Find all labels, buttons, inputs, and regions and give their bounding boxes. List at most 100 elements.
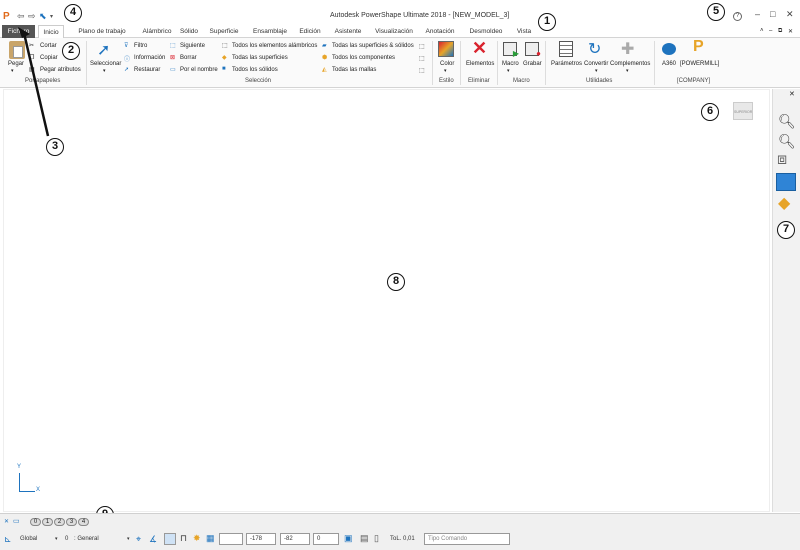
tab-alambrico[interactable]: Alámbrico (136, 25, 178, 38)
level-select[interactable]: : General (74, 536, 99, 542)
delete-icon[interactable]: ✕ (472, 38, 487, 59)
model-viewport[interactable]: SUPERIOR Y X (3, 89, 770, 512)
filter-button[interactable]: Filtro (134, 43, 147, 49)
cut-button[interactable]: Cortar (40, 43, 57, 49)
level-button-0[interactable]: 0 (30, 518, 41, 526)
forward-icon[interactable]: ⇨ (28, 11, 36, 22)
tab-inicio[interactable]: Inicio (38, 25, 64, 38)
tab-plano-de-trabajo[interactable]: Plano de trabajo (68, 25, 136, 38)
copy-button[interactable]: Copiar (40, 55, 58, 61)
all-meshes-icon[interactable]: ◭ (322, 66, 327, 73)
by-name-icon[interactable]: ▭ (170, 66, 176, 73)
lock-icon[interactable]: ⊓ (180, 533, 187, 544)
filter-icon[interactable]: ⊽ (124, 42, 128, 49)
view-toggle-icon-3[interactable]: ▯ (374, 533, 379, 544)
select-dropdown-icon[interactable]: ▾ (103, 68, 106, 74)
tab-ensamblaje[interactable]: Ensamblaje (250, 25, 290, 38)
command-input[interactable]: Tipo Comando (424, 533, 510, 545)
macro-run-icon[interactable]: ▶ (503, 42, 519, 58)
coord-z-field[interactable]: 0 (313, 533, 339, 545)
grid-icon[interactable]: ▦ (206, 533, 215, 544)
all-solids-icon[interactable]: ■ (222, 66, 226, 72)
all-components-icon[interactable]: ⬢ (322, 54, 327, 61)
coordinate-input[interactable] (219, 533, 243, 545)
workplane-select[interactable]: Global (20, 536, 37, 542)
select-cursor-icon[interactable]: ➚ (97, 40, 110, 60)
addins-button[interactable]: Complementos (610, 61, 650, 67)
workplane-dropdown-icon[interactable]: ▾ (55, 536, 58, 542)
level-number[interactable]: 0 (65, 536, 68, 542)
tab-asistente[interactable]: Asistente (332, 25, 364, 38)
by-name-button[interactable]: Por el nombre (180, 67, 218, 73)
ribbon-close-icon[interactable]: ✕ (788, 28, 793, 35)
next-button[interactable]: Siguiente (180, 43, 205, 49)
clear-button[interactable]: Borrar (180, 55, 197, 61)
view-toggle-icon-1[interactable]: ▣ (344, 533, 353, 544)
material-icon[interactable]: ✸ (193, 533, 201, 544)
restore-cursor-icon[interactable]: ➚ (124, 66, 129, 73)
all-wireframes-button[interactable]: Todos los elementos alámbricos (232, 43, 317, 49)
color-icon[interactable] (438, 41, 454, 57)
paste-dropdown-icon[interactable]: ▾ (11, 68, 14, 74)
workplane-icon[interactable]: ⊾ (4, 534, 12, 545)
record-button[interactable]: Grabar (523, 61, 542, 67)
tab-vista[interactable]: Vista (514, 25, 534, 38)
select-extra-icon-3[interactable]: ⬚ (419, 67, 425, 74)
tolerance-value[interactable]: 0,01 (403, 536, 415, 542)
addins-dropdown-icon[interactable]: ▾ (626, 68, 629, 74)
next-icon[interactable]: ⬚ (170, 42, 176, 49)
maximize-button[interactable]: □ (770, 9, 775, 19)
view-toggle-icon-2[interactable]: ▤ (360, 533, 369, 544)
convert-icon[interactable]: ↻ (588, 39, 601, 59)
color-dropdown-icon[interactable]: ▾ (444, 68, 447, 74)
snap-icon[interactable]: ⌖ (136, 534, 141, 545)
select-arrow-icon[interactable]: ⬉ (39, 11, 47, 22)
info-button[interactable]: Información (134, 55, 165, 61)
pyramid-view-icon[interactable]: ◆ (778, 193, 790, 213)
all-wireframes-icon[interactable]: ⬚ (222, 42, 228, 49)
all-components-button[interactable]: Todos los componentes (332, 55, 395, 61)
level-button-2[interactable]: 2 (54, 518, 65, 526)
all-solids-button[interactable]: Todos los sólidos (232, 67, 278, 73)
zoom-box-icon[interactable]: 🔍︎ (778, 133, 796, 150)
level-toggle-icon[interactable]: ▭ (13, 517, 20, 525)
coord-y-field[interactable]: -82 (280, 533, 310, 545)
macro-record-icon[interactable]: ● (525, 42, 541, 58)
tab-solido[interactable]: Sólido (178, 25, 200, 38)
close-button[interactable]: ✕ (786, 9, 794, 20)
tab-edicion[interactable]: Edición (296, 25, 324, 38)
parameters-button[interactable]: Parámetros (551, 61, 582, 67)
grid-snap-icon[interactable] (164, 533, 176, 545)
select-button[interactable]: Seleccionar (90, 61, 121, 67)
all-surfaces-button[interactable]: Todas las superficies (232, 55, 288, 61)
zoom-fit-icon[interactable]: 🔍︎ (778, 113, 796, 130)
paste-icon[interactable] (9, 41, 25, 59)
level-button-4[interactable]: 4 (78, 518, 89, 526)
ribbon-restore-icon[interactable]: ⧉ (778, 28, 782, 35)
parameters-icon[interactable] (559, 41, 573, 57)
powermill-button[interactable]: [POWERMILL] (680, 61, 719, 67)
macro-dropdown-icon[interactable]: ▾ (507, 68, 510, 74)
minimize-button[interactable]: – (755, 9, 760, 19)
level-button-3[interactable]: 3 (66, 518, 77, 526)
view-cube[interactable]: SUPERIOR (733, 102, 753, 120)
a360-icon[interactable] (662, 43, 676, 55)
app-logo-icon[interactable]: P (3, 11, 12, 22)
tab-anotacion[interactable]: Anotación (422, 25, 458, 38)
convert-dropdown-icon[interactable]: ▾ (595, 68, 598, 74)
convert-button[interactable]: Convertir (584, 61, 608, 67)
wireframe-view-icon[interactable]: ⧈ (777, 151, 787, 169)
powermill-icon[interactable]: P (693, 38, 704, 56)
cut-icon[interactable]: ✂ (29, 42, 34, 49)
restore-button[interactable]: Restaurar (134, 67, 160, 73)
shaded-view-icon[interactable] (776, 173, 796, 191)
clear-icon[interactable]: ⊠ (170, 54, 175, 61)
paste-attributes-icon[interactable]: ▤ (29, 66, 35, 73)
addins-icon[interactable]: ✚ (621, 39, 634, 59)
all-surfaces-solids-icon[interactable]: ▰ (322, 42, 327, 49)
ribbon-minimize-icon[interactable]: – (769, 28, 772, 34)
paste-attributes-button[interactable]: Pegar atributos (40, 67, 81, 73)
coord-x-field[interactable]: -178 (246, 533, 276, 545)
tab-fichero[interactable]: Fichero (2, 25, 35, 38)
tab-superficie[interactable]: Superficie (204, 25, 244, 38)
